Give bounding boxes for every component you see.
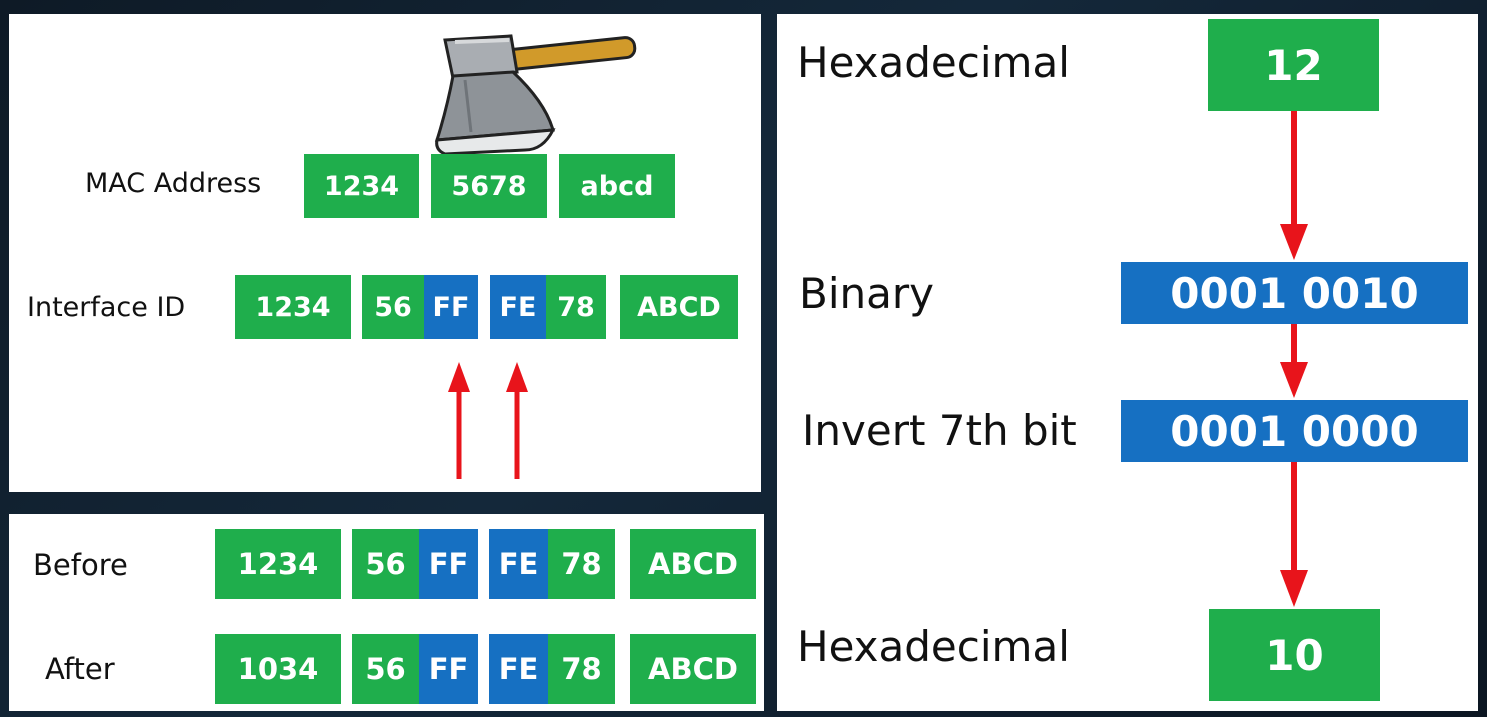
before-group-3-inserted: FE [489,529,548,599]
before-group-4: ABCD [630,529,756,599]
before-group-3-green: 78 [548,529,615,599]
after-label: After [45,652,115,686]
arrow-head-2 [1280,362,1308,398]
after-group-3-green: 78 [548,634,615,704]
arrow-head-3 [1280,570,1308,607]
eui64-panel: MAC Address 1234 5678 abcd Interface ID … [9,14,761,492]
arrow-head-1 [1280,224,1308,260]
after-group-2: 56 FF [352,634,478,704]
after-group-3: FE 78 [489,634,615,704]
before-group-3: FE 78 [489,529,615,599]
after-group-1: 1034 [215,634,341,704]
before-label: Before [33,548,128,582]
after-group-2-inserted: FF [419,634,478,704]
before-after-panel: Before 1234 56 FF FE 78 ABCD After 1034 … [9,514,764,711]
after-group-2-green: 56 [352,634,419,704]
after-group-3-inserted: FE [489,634,548,704]
before-group-2: 56 FF [352,529,478,599]
before-group-2-inserted: FF [419,529,478,599]
after-group-4: ABCD [630,634,756,704]
before-group-2-green: 56 [352,529,419,599]
before-group-1: 1234 [215,529,341,599]
flow-arrows [1280,111,1308,607]
arrow-head-fe [506,362,528,392]
insertion-arrows [448,362,528,479]
bit-flip-panel: Hexadecimal 12 Binary 0001 0010 Invert 7… [777,14,1478,711]
arrow-head-ff [448,362,470,392]
